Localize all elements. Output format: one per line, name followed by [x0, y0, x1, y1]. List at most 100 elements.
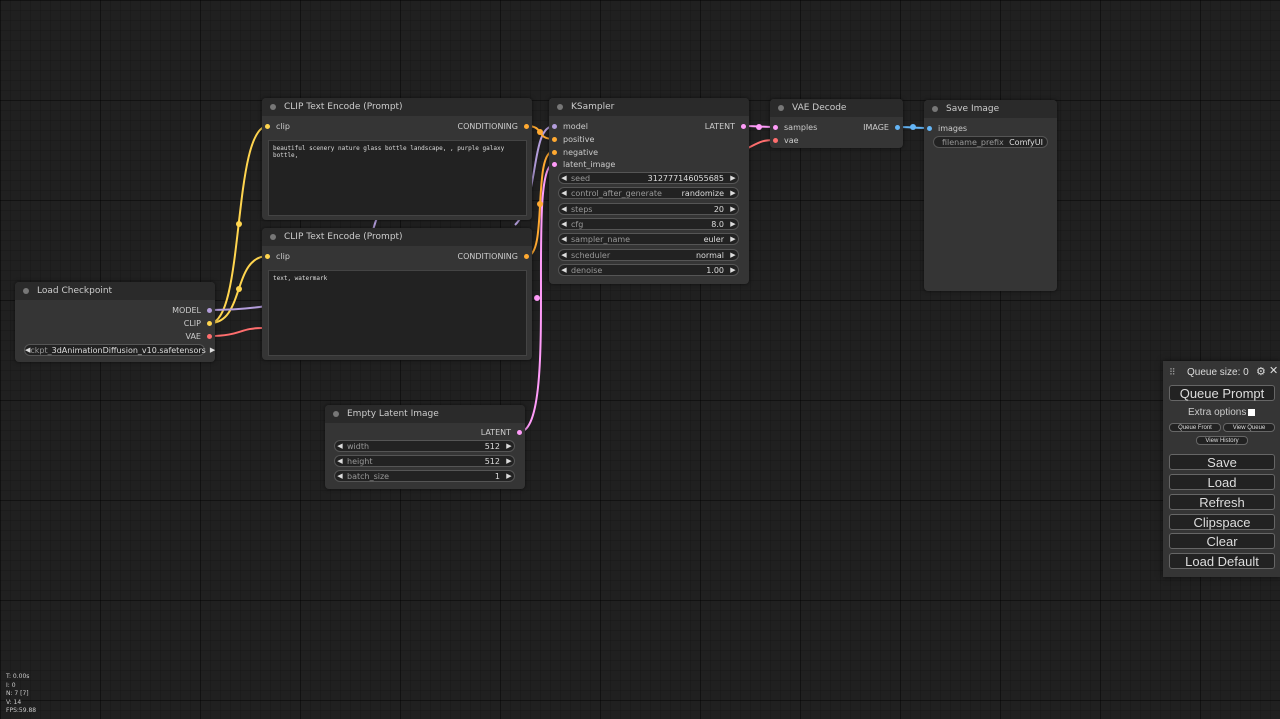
slot-label: LATENT: [704, 121, 735, 131]
widget-seed[interactable]: ◀ seed 312777146055685 ▶: [558, 172, 739, 184]
input-slot-images[interactable]: images: [927, 122, 967, 134]
increment-arrow-icon[interactable]: ▶: [504, 442, 514, 450]
node-vae-decode[interactable]: VAE Decode samples vae IMAGE: [770, 99, 903, 148]
refresh-button[interactable]: Refresh: [1169, 494, 1275, 510]
widget-sampler-name[interactable]: ◀ sampler_name euler ▶: [558, 233, 739, 245]
widget-label: denoise: [571, 265, 603, 275]
decrement-arrow-icon[interactable]: ◀: [559, 205, 569, 213]
output-slot-conditioning[interactable]: CONDITIONING: [458, 250, 529, 262]
output-slot-model[interactable]: MODEL: [172, 304, 212, 316]
prompt-textarea[interactable]: text, watermark: [268, 270, 527, 356]
node-title-bar[interactable]: Load Checkpoint: [15, 282, 215, 300]
load-default-button[interactable]: Load Default: [1169, 553, 1275, 569]
widget-value: 312777146055685: [647, 173, 724, 183]
increment-arrow-icon[interactable]: ▶: [728, 220, 738, 228]
node-clip-text-encode-negative[interactable]: CLIP Text Encode (Prompt) clip CONDITION…: [262, 228, 532, 360]
widget-label: filename_prefix: [942, 137, 1004, 147]
drag-handle-icon[interactable]: ⠿: [1169, 367, 1176, 378]
node-save-image[interactable]: Save Image images filename_prefix ComfyUI: [924, 100, 1057, 291]
slot-label: positive: [563, 134, 595, 144]
decrement-arrow-icon[interactable]: ◀: [335, 442, 345, 450]
node-ksampler[interactable]: KSampler model positive negative latent_…: [549, 98, 749, 284]
input-slot-model[interactable]: model: [552, 120, 588, 132]
load-button[interactable]: Load: [1169, 474, 1275, 490]
input-slot-clip[interactable]: clip: [265, 250, 290, 262]
node-clip-text-encode-positive[interactable]: CLIP Text Encode (Prompt) clip CONDITION…: [262, 98, 532, 220]
decrement-arrow-icon[interactable]: ◀: [559, 189, 569, 197]
collapse-dot[interactable]: [270, 234, 276, 240]
input-slot-samples[interactable]: samples: [773, 121, 817, 133]
view-queue-button[interactable]: View Queue: [1223, 423, 1275, 432]
widget-cfg[interactable]: ◀ cfg 8.0 ▶: [558, 218, 739, 230]
increment-arrow-icon[interactable]: ▶: [728, 235, 738, 243]
clipspace-button[interactable]: Clipspace: [1169, 514, 1275, 530]
widget-control-after-generate[interactable]: ◀ control_after_generate randomize ▶: [558, 187, 739, 199]
output-slot-image[interactable]: IMAGE: [863, 121, 900, 133]
node-title-bar[interactable]: CLIP Text Encode (Prompt): [262, 98, 532, 116]
widget-steps[interactable]: ◀ steps 20 ▶: [558, 203, 739, 215]
input-slot-vae[interactable]: vae: [773, 134, 799, 146]
node-title-bar[interactable]: Save Image: [924, 100, 1057, 118]
decrement-arrow-icon[interactable]: ◀: [559, 235, 569, 243]
prompt-textarea[interactable]: beautiful scenery nature glass bottle la…: [268, 140, 527, 216]
input-slot-positive[interactable]: positive: [552, 133, 594, 145]
output-slot-conditioning[interactable]: CONDITIONING: [458, 120, 529, 132]
widget-batch-size[interactable]: ◀ batch_size 1 ▶: [334, 470, 515, 482]
increment-arrow-icon[interactable]: ▶: [728, 189, 738, 197]
increment-arrow-icon[interactable]: ▶: [210, 346, 215, 354]
widget-value: 1.00: [706, 265, 724, 275]
view-history-button[interactable]: View History: [1196, 436, 1248, 445]
collapse-dot[interactable]: [932, 106, 938, 112]
input-slot-latent-image[interactable]: latent_image: [552, 158, 615, 170]
collapse-dot[interactable]: [270, 104, 276, 110]
widget-filename-prefix[interactable]: filename_prefix ComfyUI: [933, 136, 1048, 148]
node-title-bar[interactable]: Empty Latent Image: [325, 405, 525, 423]
slot-label: clip: [276, 251, 290, 261]
decrement-arrow-icon[interactable]: ◀: [559, 251, 569, 259]
widget-scheduler[interactable]: ◀ scheduler normal ▶: [558, 249, 739, 261]
widget-value: 512: [484, 441, 500, 451]
output-slot-vae[interactable]: VAE: [186, 330, 212, 342]
increment-arrow-icon[interactable]: ▶: [728, 174, 738, 182]
queue-front-button[interactable]: Queue Front: [1169, 423, 1221, 432]
output-slot-latent[interactable]: LATENT: [481, 426, 522, 438]
collapse-dot[interactable]: [333, 411, 339, 417]
widget-width[interactable]: ◀ width 512 ▶: [334, 440, 515, 452]
gear-icon[interactable]: ⚙: [1256, 365, 1266, 378]
queue-prompt-button[interactable]: Queue Prompt: [1169, 385, 1275, 401]
increment-arrow-icon[interactable]: ▶: [728, 251, 738, 259]
decrement-arrow-icon[interactable]: ◀: [559, 266, 569, 274]
node-load-checkpoint[interactable]: Load Checkpoint MODEL CLIP VAE ◀ ckpt_ 3dA…: [15, 282, 215, 362]
node-title-bar[interactable]: KSampler: [549, 98, 749, 116]
collapse-dot[interactable]: [557, 104, 563, 110]
widget-height[interactable]: ◀ height 512 ▶: [334, 455, 515, 467]
clear-button[interactable]: Clear: [1169, 533, 1275, 549]
widget-ckpt-name[interactable]: ◀ ckpt_ 3dAnimationDiffusion_v10.safetenso…: [24, 344, 215, 356]
output-slot-latent[interactable]: LATENT: [705, 120, 746, 132]
decrement-arrow-icon[interactable]: ◀: [559, 174, 569, 182]
input-slot-negative[interactable]: negative: [552, 146, 598, 158]
decrement-arrow-icon[interactable]: ◀: [335, 457, 345, 465]
decrement-arrow-icon[interactable]: ◀: [559, 220, 569, 228]
increment-arrow-icon[interactable]: ▶: [728, 205, 738, 213]
increment-arrow-icon[interactable]: ▶: [504, 457, 514, 465]
link-clip-to-clip-encode-2: [209, 255, 269, 324]
collapse-dot[interactable]: [23, 288, 29, 294]
close-icon[interactable]: ✕: [1269, 364, 1278, 377]
node-title-bar[interactable]: VAE Decode: [770, 99, 903, 117]
node-title: Empty Latent Image: [347, 409, 439, 419]
decrement-arrow-icon[interactable]: ◀: [335, 472, 345, 480]
input-slot-clip[interactable]: clip: [265, 120, 290, 132]
widget-denoise[interactable]: ◀ denoise 1.00 ▶: [558, 264, 739, 276]
collapse-dot[interactable]: [778, 105, 784, 111]
node-title-bar[interactable]: CLIP Text Encode (Prompt): [262, 228, 532, 246]
slot-label: IMAGE: [863, 122, 889, 132]
node-empty-latent-image[interactable]: Empty Latent Image LATENT ◀ width 512 ▶ ◀ he…: [325, 405, 525, 489]
extra-options-checkbox[interactable]: [1248, 409, 1255, 416]
link-midpoint: [537, 201, 543, 207]
node-title: CLIP Text Encode (Prompt): [284, 232, 403, 242]
save-button[interactable]: Save: [1169, 454, 1275, 470]
increment-arrow-icon[interactable]: ▶: [504, 472, 514, 480]
output-slot-clip[interactable]: CLIP: [184, 317, 212, 329]
increment-arrow-icon[interactable]: ▶: [728, 266, 738, 274]
